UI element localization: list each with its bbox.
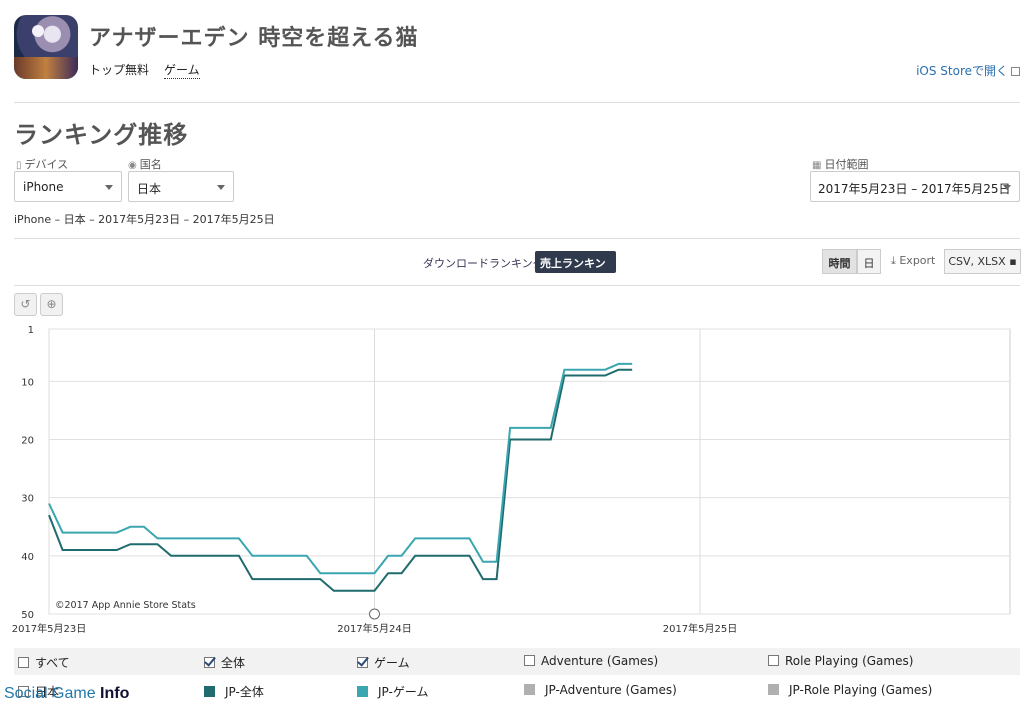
hour-button[interactable]: 時間 (822, 249, 857, 274)
range-handle (369, 608, 380, 620)
divider (14, 285, 1020, 286)
legend-overall[interactable]: 全体 (204, 654, 245, 671)
checkbox-checked[interactable] (357, 657, 368, 668)
y-tick-label: 20 (21, 436, 34, 447)
globe-icon: ◉ (128, 160, 137, 171)
export-format-button[interactable]: CSV, XLSX ▪ (944, 249, 1021, 274)
x-tick-label: 2017年5月23日 (12, 622, 87, 635)
swatch (524, 684, 535, 695)
section-title: ランキング推移 (14, 121, 189, 149)
caret-down-icon (105, 185, 113, 190)
legend-jp-rpg: JP-Role Playing (Games) (768, 683, 932, 697)
app-title: アナザーエデン 時空を超える猫 (89, 26, 419, 51)
day-button[interactable]: 日 (857, 249, 881, 274)
legend-game[interactable]: ゲーム (357, 654, 410, 671)
y-tick-label: 30 (21, 494, 34, 505)
y-tick-label: 1 (28, 325, 34, 336)
caret-down-icon (217, 185, 225, 190)
ios-store-link-label[interactable]: iOS Storeで開く (916, 64, 1008, 78)
checkbox-checked[interactable] (204, 657, 215, 668)
watermark-logo: Social Game Info (4, 685, 130, 702)
legend-adventure[interactable]: Adventure (Games) (524, 654, 658, 668)
date-range-label: ▦ 日付範囲 (812, 158, 869, 171)
breadcrumb-top-free[interactable]: トップ無料 (89, 61, 149, 78)
ios-store-link[interactable]: iOS Storeで開く (916, 62, 1020, 79)
legend-jp-overall: JP-全体 (204, 683, 264, 700)
legend-all[interactable]: すべて (18, 654, 70, 671)
legend-rpg[interactable]: Role Playing (Games) (768, 654, 913, 668)
country-select[interactable]: 日本 (128, 171, 234, 202)
y-tick-label: 10 (21, 377, 34, 388)
legend-jp-adventure: JP-Adventure (Games) (524, 683, 677, 697)
tab-revenue-ranking[interactable]: 売上ランキング (535, 251, 616, 286)
breadcrumb-game[interactable]: ゲーム (164, 61, 200, 79)
checkbox[interactable] (524, 655, 535, 666)
reset-zoom-button[interactable]: ↺ (14, 293, 37, 316)
external-link-icon (1011, 67, 1020, 76)
filter-summary: iPhone – 日本 – 2017年5月23日 – 2017年5月25日 (14, 213, 275, 226)
date-range-select[interactable]: 2017年5月23日 – 2017年5月25日 (810, 171, 1020, 202)
y-tick-label: 50 (21, 610, 34, 621)
export-label: ⤓ Export (891, 254, 936, 267)
caret-down-icon (1003, 185, 1011, 190)
divider (14, 102, 1020, 103)
checkbox[interactable] (768, 655, 779, 666)
calendar-icon: ▦ (812, 160, 822, 171)
divider (14, 238, 1020, 239)
lock-icon: ▪ (1005, 255, 1017, 268)
app-icon (14, 15, 78, 79)
zoom-button[interactable]: ⊕ (40, 293, 63, 316)
phone-icon: ▯ (16, 160, 22, 171)
flower-icon (32, 25, 44, 37)
checkbox[interactable] (18, 657, 29, 668)
country-label: ◉ 国名 (128, 158, 162, 171)
swatch (768, 684, 779, 695)
undo-icon: ↺ (20, 297, 31, 311)
plot-area (48, 328, 1011, 615)
device-label: ▯ デバイス (16, 158, 69, 171)
x-tick-label: 2017年5月24日 (337, 622, 412, 635)
swatch (357, 686, 368, 697)
legend-jp-game: JP-ゲーム (357, 683, 428, 700)
y-tick-label: 40 (21, 552, 34, 563)
swatch (204, 686, 215, 697)
tab-download-ranking[interactable]: ダウンロードランキング (423, 255, 544, 271)
x-tick-label: 2017年5月25日 (663, 622, 738, 635)
zoom-icon: ⊕ (46, 297, 57, 311)
chart-copyright: ©2017 App Annie Store Stats (55, 600, 196, 611)
device-select[interactable]: iPhone (14, 171, 122, 202)
ranking-chart[interactable]: 1 10 20 30 40 502017年5月23日 2017年5月24日 2017年5月25… (0, 318, 1028, 640)
